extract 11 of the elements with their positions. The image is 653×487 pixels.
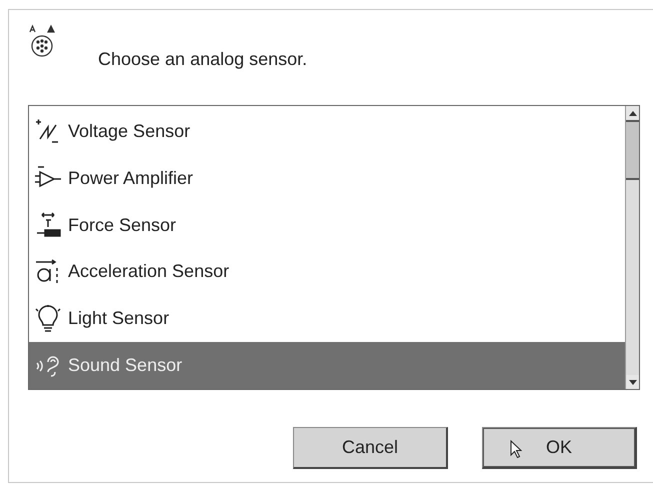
- scroll-up-arrow-icon[interactable]: [628, 110, 636, 116]
- dialog-prompt: Choose an analog sensor.: [98, 49, 308, 70]
- scrollbar[interactable]: [625, 106, 639, 389]
- default-button[interactable]: OK: [482, 427, 637, 469]
- dialog-button[interactable]: Cancel: [293, 427, 448, 469]
- scrollbar-thumb[interactable]: [626, 120, 639, 180]
- light-bulb-icon: [34, 304, 62, 333]
- sensor-list-item[interactable]: Sound Sensor: [29, 342, 625, 389]
- force-plug-icon: [34, 211, 62, 240]
- scroll-down-arrow-icon[interactable]: [628, 380, 636, 384]
- mouse-pointer-icon: [510, 440, 522, 458]
